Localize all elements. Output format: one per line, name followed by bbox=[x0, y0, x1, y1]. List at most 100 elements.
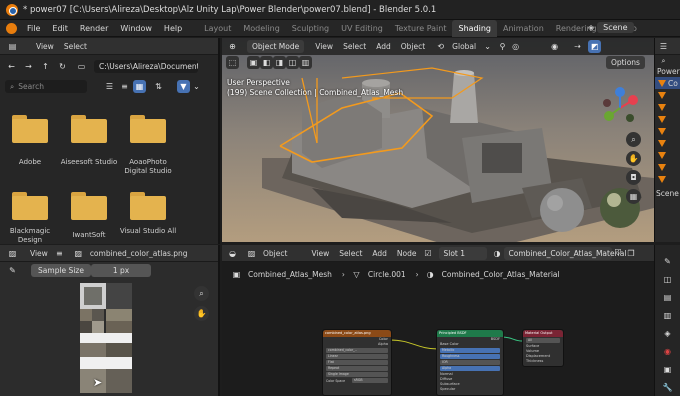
select-box-icon[interactable]: ⬚ bbox=[226, 56, 239, 69]
folder-label-aiseesoft[interactable]: Aiseesoft Studio bbox=[59, 158, 119, 167]
image-select-field[interactable]: combined_color_.. bbox=[326, 348, 388, 353]
gizmo-toggle-icon[interactable]: ⇢ bbox=[571, 40, 584, 53]
roughness-field[interactable]: Roughness bbox=[440, 354, 500, 359]
parent-dir-icon[interactable]: ↑ bbox=[39, 60, 52, 73]
scene-icon[interactable]: ◈ bbox=[661, 327, 674, 340]
outliner-row[interactable] bbox=[655, 149, 680, 161]
list-view-icon[interactable]: ☰ bbox=[103, 80, 116, 93]
search-field[interactable]: ⌕ Search bbox=[5, 79, 87, 93]
sample-size-value[interactable]: 1 px bbox=[91, 264, 151, 277]
pivot-icon[interactable]: ⌄ bbox=[481, 40, 494, 53]
xray-icon[interactable]: ◩ bbox=[588, 40, 602, 53]
fb-view-menu[interactable]: View bbox=[31, 42, 59, 51]
outliner-row[interactable] bbox=[655, 125, 680, 137]
select-invert-icon[interactable]: ◫ bbox=[286, 56, 299, 69]
filter-dropdown-icon[interactable]: ⌄ bbox=[190, 80, 203, 93]
object-mode-dropdown[interactable]: Object Mode bbox=[247, 40, 305, 53]
object-icon[interactable]: ▣ bbox=[661, 363, 674, 376]
image-browse-icon[interactable]: ▨ bbox=[72, 247, 85, 260]
image-editor-panel[interactable]: ▨ View ≡ ▨ combined_color_atlas.png ✎ Sa… bbox=[0, 245, 220, 396]
folder-icon[interactable] bbox=[12, 115, 48, 143]
metallic-field[interactable]: Metallic bbox=[440, 348, 500, 353]
tab-sculpting[interactable]: Sculpting bbox=[286, 20, 335, 37]
folder-label-iwantsoft[interactable]: IwantSoft bbox=[59, 231, 119, 240]
fb-select-menu[interactable]: Select bbox=[59, 42, 92, 51]
menu-icon[interactable]: ≡ bbox=[53, 247, 66, 260]
menu-edit[interactable]: Edit bbox=[46, 24, 74, 33]
target-field[interactable]: All bbox=[526, 338, 560, 343]
refresh-icon[interactable]: ↻ bbox=[56, 60, 69, 73]
select-intersect-icon[interactable]: ▥ bbox=[299, 56, 312, 69]
node-panel-specular[interactable]: Specular bbox=[437, 387, 503, 392]
camera-view-icon[interactable]: ◘ bbox=[626, 170, 641, 185]
vp-object-menu[interactable]: Object bbox=[396, 42, 430, 51]
select-extend-icon[interactable]: ◧ bbox=[260, 56, 273, 69]
proportional-edit-icon[interactable]: ◎ bbox=[509, 40, 522, 53]
menu-window[interactable]: Window bbox=[114, 24, 158, 33]
back-arrow-icon[interactable]: ← bbox=[5, 60, 18, 73]
editor-type-icon[interactable]: ⊕ bbox=[226, 40, 239, 53]
alpha-field[interactable]: Alpha bbox=[440, 366, 500, 371]
menu-help[interactable]: Help bbox=[158, 24, 188, 33]
material-output-node[interactable]: Material Output All Surface Volume Displ… bbox=[522, 329, 564, 367]
select-subtract-icon[interactable]: ◨ bbox=[273, 56, 286, 69]
tab-texture-paint[interactable]: Texture Paint bbox=[389, 20, 453, 37]
detail-view-icon[interactable]: ≡ bbox=[118, 80, 131, 93]
modifier-icon[interactable]: 🔧 bbox=[661, 381, 674, 394]
path-field[interactable]: C:\Users\Alireza\Documents\ bbox=[94, 59, 198, 73]
source-field[interactable]: Single Image bbox=[326, 372, 388, 377]
folder-label-blackmagic[interactable]: Blackmagic Design bbox=[0, 227, 60, 245]
folder-label-adobe[interactable]: Adobe bbox=[0, 158, 60, 167]
transform-orientation-icon[interactable]: ⟲ bbox=[434, 40, 447, 53]
zoom-icon[interactable]: ⌕ bbox=[194, 286, 209, 301]
transform-orientation[interactable]: Global bbox=[447, 42, 481, 51]
editor-type-icon[interactable]: ▨ bbox=[6, 247, 19, 260]
snap-icon[interactable]: ⚲ bbox=[496, 40, 509, 53]
forward-arrow-icon[interactable]: → bbox=[22, 60, 35, 73]
image-texture-node[interactable]: combined_color_atlas.png Color Alpha com… bbox=[322, 329, 392, 396]
navigation-gizmo[interactable] bbox=[597, 86, 643, 130]
folder-icon[interactable] bbox=[71, 115, 107, 143]
interpolation-field[interactable]: Linear bbox=[326, 354, 388, 359]
filter-icon[interactable]: ▼ bbox=[177, 79, 190, 93]
outliner-row[interactable] bbox=[655, 89, 680, 101]
menu-render[interactable]: Render bbox=[74, 24, 114, 33]
folder-label-visual-studio[interactable]: Visual Studio All bbox=[118, 227, 178, 236]
tab-animation[interactable]: Animation bbox=[497, 20, 550, 37]
pan-hand-icon[interactable]: ✋ bbox=[194, 306, 209, 321]
tab-modeling[interactable]: Modeling bbox=[237, 20, 285, 37]
overlay-icon[interactable]: ◉ bbox=[548, 40, 561, 53]
pan-hand-icon[interactable]: ✋ bbox=[626, 151, 641, 166]
tool-icon[interactable]: ✎ bbox=[661, 255, 674, 268]
outliner-row[interactable] bbox=[655, 161, 680, 173]
new-folder-icon[interactable]: ▭ bbox=[75, 60, 88, 73]
menu-file[interactable]: File bbox=[21, 24, 46, 33]
3d-viewport[interactable]: ⊕ Object Mode View Select Add Object ⟲ G… bbox=[222, 38, 654, 242]
options-dropdown[interactable]: Options bbox=[606, 56, 645, 69]
principled-bsdf-node[interactable]: Principled BSDF BSDF Base Color Metallic… bbox=[436, 329, 504, 396]
ie-view-menu[interactable]: View bbox=[25, 249, 53, 258]
folder-label-aoaophoto[interactable]: AoaoPhoto Digital Studio bbox=[118, 158, 178, 176]
vp-add-menu[interactable]: Add bbox=[371, 42, 396, 51]
shader-editor-panel[interactable]: ◒ ▨ Object View Select Add Node ☑ Slot 1… bbox=[222, 245, 654, 396]
atlas-image[interactable] bbox=[80, 283, 132, 393]
vp-select-menu[interactable]: Select bbox=[338, 42, 371, 51]
select-new-icon[interactable]: ▣ bbox=[247, 56, 260, 69]
editor-type-icon[interactable]: ▤ bbox=[6, 40, 19, 53]
zoom-icon[interactable]: ⌕ bbox=[626, 132, 641, 147]
view-layer-icon[interactable]: ▥ bbox=[661, 309, 674, 322]
tab-layout[interactable]: Layout bbox=[198, 20, 237, 37]
folder-icon[interactable] bbox=[71, 192, 107, 220]
image-name-field[interactable]: combined_color_atlas.png bbox=[85, 249, 205, 258]
color-space-field[interactable]: sRGB bbox=[352, 378, 388, 383]
folder-icon[interactable] bbox=[12, 192, 48, 220]
ior-field[interactable]: IOR bbox=[440, 360, 500, 365]
outliner-row[interactable] bbox=[655, 113, 680, 125]
vp-view-menu[interactable]: View bbox=[310, 42, 338, 51]
tab-uv-editing[interactable]: UV Editing bbox=[335, 20, 389, 37]
world-icon[interactable]: ◉ bbox=[661, 345, 674, 358]
scene-selector[interactable]: ◈ Scene bbox=[588, 22, 634, 33]
outliner-row-selected[interactable]: Co bbox=[655, 77, 680, 89]
projection-field[interactable]: Flat bbox=[326, 360, 388, 365]
folder-icon[interactable] bbox=[130, 115, 166, 143]
